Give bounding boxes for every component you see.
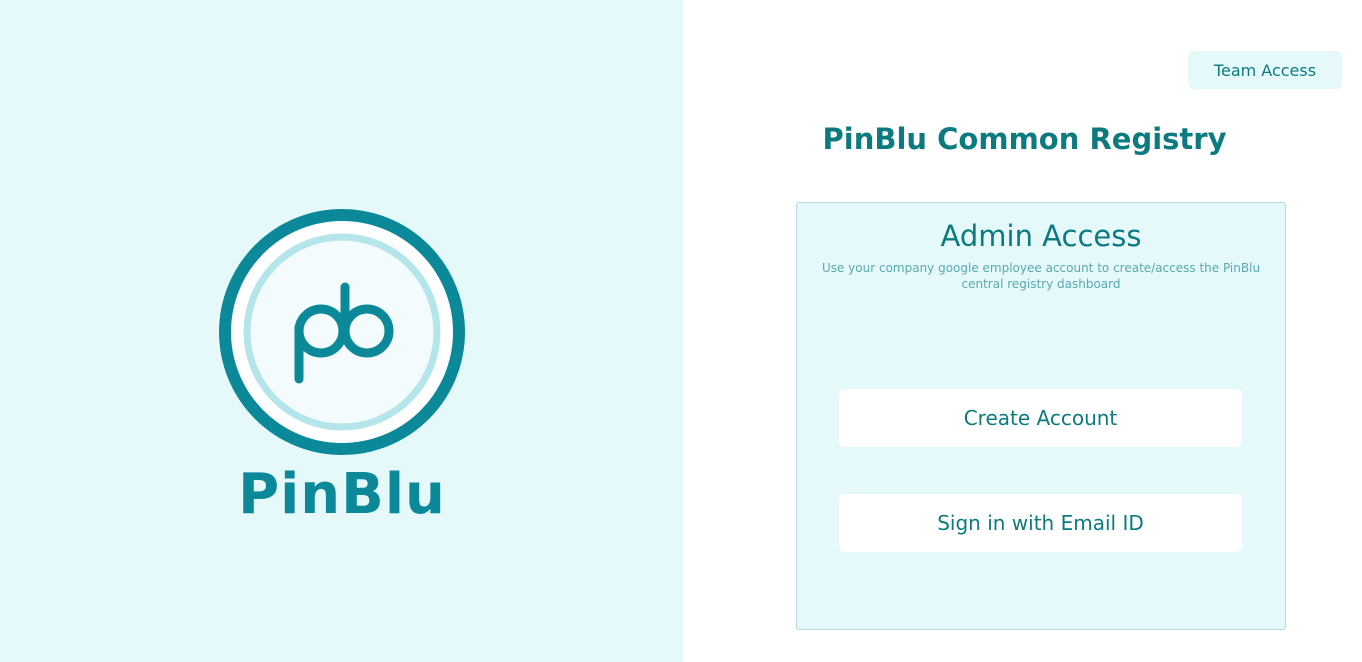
sign-in-email-button[interactable]: Sign in with Email ID — [839, 494, 1242, 552]
brand-wordmark: PinBlu — [238, 462, 446, 527]
card-title: Admin Access — [940, 219, 1142, 253]
brand-panel: PinBlu — [0, 0, 683, 662]
admin-access-card: Admin Access Use your company google emp… — [796, 202, 1286, 630]
create-account-button[interactable]: Create Account — [839, 389, 1242, 447]
page-title: PinBlu Common Registry — [822, 122, 1227, 156]
auth-panel: Team Access PinBlu Common Registry Admin… — [683, 0, 1362, 662]
card-description: Use your company google employee account… — [821, 261, 1261, 291]
pinblu-logo: PinBlu — [215, 205, 469, 535]
pb-monogram-icon — [219, 209, 465, 455]
team-access-button[interactable]: Team Access — [1188, 51, 1342, 89]
